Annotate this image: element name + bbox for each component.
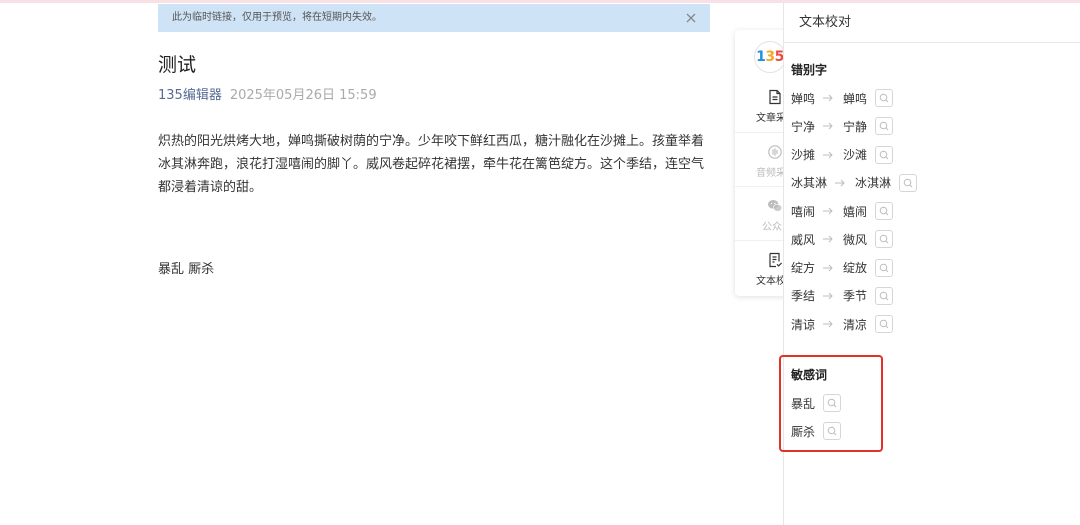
- typo-correct-word: 嬉闹: [843, 204, 868, 219]
- typo-row: 婵鸣 蝉鸣: [791, 84, 917, 112]
- typo-row: 沙摊 沙滩: [791, 141, 917, 169]
- typo-correct-word: 季节: [843, 289, 868, 304]
- sensitive-section: 敏感词 暴乱 厮杀: [791, 361, 842, 445]
- toolbar-item-label: 文章采: [756, 113, 786, 124]
- search-icon: [879, 93, 889, 103]
- typo-wrong-word: 婵鸣: [791, 91, 816, 106]
- notice-text: 此为临时链接，仅用于预览，将在短期内失效。: [172, 12, 382, 23]
- preview-notice: 此为临时链接，仅用于预览，将在短期内失效。: [158, 4, 710, 32]
- proofread-icon: [767, 252, 783, 268]
- sensitive-word: 厮杀: [791, 424, 816, 439]
- typo-correct-word: 沙滩: [843, 148, 868, 163]
- typo-correct-word: 宁静: [843, 119, 868, 134]
- arrow-right-icon: [823, 320, 833, 328]
- toolbar-item-label: 公众: [762, 222, 782, 233]
- typo-wrong-word: 清谅: [791, 317, 816, 332]
- audio-icon: [767, 144, 783, 160]
- close-button[interactable]: [684, 11, 698, 25]
- typo-correct-word: 蝉鸣: [843, 91, 868, 106]
- typo-section: 错别字 婵鸣 蝉鸣 宁净 宁静 沙摊 沙滩 冰其淋 冰淇淋 嘻闹 嬉闹 威风 微…: [791, 56, 918, 338]
- typo-row: 绽方 绽放: [791, 254, 917, 282]
- sensitive-word: 暴乱: [791, 396, 816, 411]
- locate-button[interactable]: [823, 422, 842, 440]
- typo-row: 威风 微风: [791, 225, 917, 253]
- typo-row: 季结 季节: [791, 282, 917, 310]
- locate-button[interactable]: [875, 117, 894, 136]
- arrow-right-icon: [823, 151, 833, 159]
- typo-wrong-word: 冰其淋: [791, 176, 828, 191]
- arrow-right-icon: [823, 264, 833, 272]
- search-icon: [879, 263, 889, 273]
- toolbar-logo[interactable]: 135: [754, 41, 786, 73]
- locate-button[interactable]: [875, 258, 894, 277]
- sensitive-section-heading: 敏感词: [791, 368, 828, 382]
- typo-wrong-word: 威风: [791, 232, 816, 247]
- locate-button[interactable]: [875, 315, 894, 334]
- locate-button[interactable]: [875, 89, 894, 108]
- article-date: 2025年05月26日 15:59: [229, 88, 377, 103]
- locate-button[interactable]: [899, 173, 918, 192]
- article: 测试 135编辑器 2025年05月26日 15:59 炽热的阳光烘烤大地，婵鸣撕…: [158, 52, 710, 281]
- article-title: 测试: [158, 54, 197, 76]
- search-icon: [879, 234, 889, 244]
- sensitive-row: 暴乱: [791, 389, 842, 417]
- search-icon: [879, 291, 889, 301]
- article-author[interactable]: 135编辑器: [158, 88, 222, 103]
- toolbar-item-label: 文本校: [756, 276, 786, 287]
- sensitive-row: 厮杀: [791, 417, 842, 445]
- proofread-panel: 文本校对 错别字 婵鸣 蝉鸣 宁净 宁静 沙摊 沙滩 冰其淋 冰淇淋 嘻闹 嬉闹…: [783, 3, 1080, 525]
- search-icon: [827, 398, 837, 408]
- search-icon: [879, 150, 889, 160]
- typo-correct-word: 绽放: [843, 261, 868, 276]
- typo-row: 嘻闹 嬉闹: [791, 197, 917, 225]
- article-paragraph: 暴乱 厮杀: [158, 262, 215, 277]
- search-icon: [879, 206, 889, 216]
- typo-correct-word: 冰淇淋: [855, 176, 892, 191]
- typo-section-heading: 错别字: [791, 63, 828, 77]
- document-icon: [767, 89, 783, 105]
- search-icon: [903, 178, 913, 188]
- article-meta: 135编辑器 2025年05月26日 15:59: [158, 88, 710, 104]
- locate-button[interactable]: [823, 394, 842, 412]
- typo-wrong-word: 嘻闹: [791, 204, 816, 219]
- arrow-right-icon: [823, 207, 833, 215]
- locate-button[interactable]: [875, 230, 894, 249]
- article-paragraph: 炽热的阳光烘烤大地，婵鸣撕破树荫的宁净。少年咬下鲜红西瓜，糖汁融化在沙摊上。孩童…: [158, 134, 705, 195]
- search-icon: [827, 426, 837, 436]
- typo-row: 宁净 宁静: [791, 112, 917, 140]
- typo-correct-word: 微风: [843, 232, 868, 247]
- arrow-right-icon: [823, 292, 833, 300]
- typo-row: 清谅 清凉: [791, 310, 917, 338]
- typo-wrong-word: 宁净: [791, 119, 816, 134]
- search-icon: [879, 121, 889, 131]
- toolbar-item-label: 音频采: [756, 168, 786, 179]
- wechat-icon: [767, 198, 783, 214]
- search-icon: [879, 319, 889, 329]
- arrow-right-icon: [823, 94, 833, 102]
- arrow-right-icon: [823, 122, 833, 130]
- typo-row: 冰其淋 冰淇淋: [791, 169, 918, 197]
- typo-wrong-word: 季结: [791, 289, 816, 304]
- logo-text: 135: [756, 42, 784, 72]
- typo-wrong-word: 沙摊: [791, 148, 816, 163]
- locate-button[interactable]: [875, 145, 894, 164]
- typo-correct-word: 清凉: [843, 317, 868, 332]
- arrow-right-icon: [823, 235, 833, 243]
- close-icon: [684, 11, 698, 25]
- typo-wrong-word: 绽方: [791, 261, 816, 276]
- arrow-right-icon: [835, 179, 845, 187]
- locate-button[interactable]: [875, 202, 894, 221]
- locate-button[interactable]: [875, 286, 894, 305]
- panel-title: 文本校对: [784, 3, 1080, 43]
